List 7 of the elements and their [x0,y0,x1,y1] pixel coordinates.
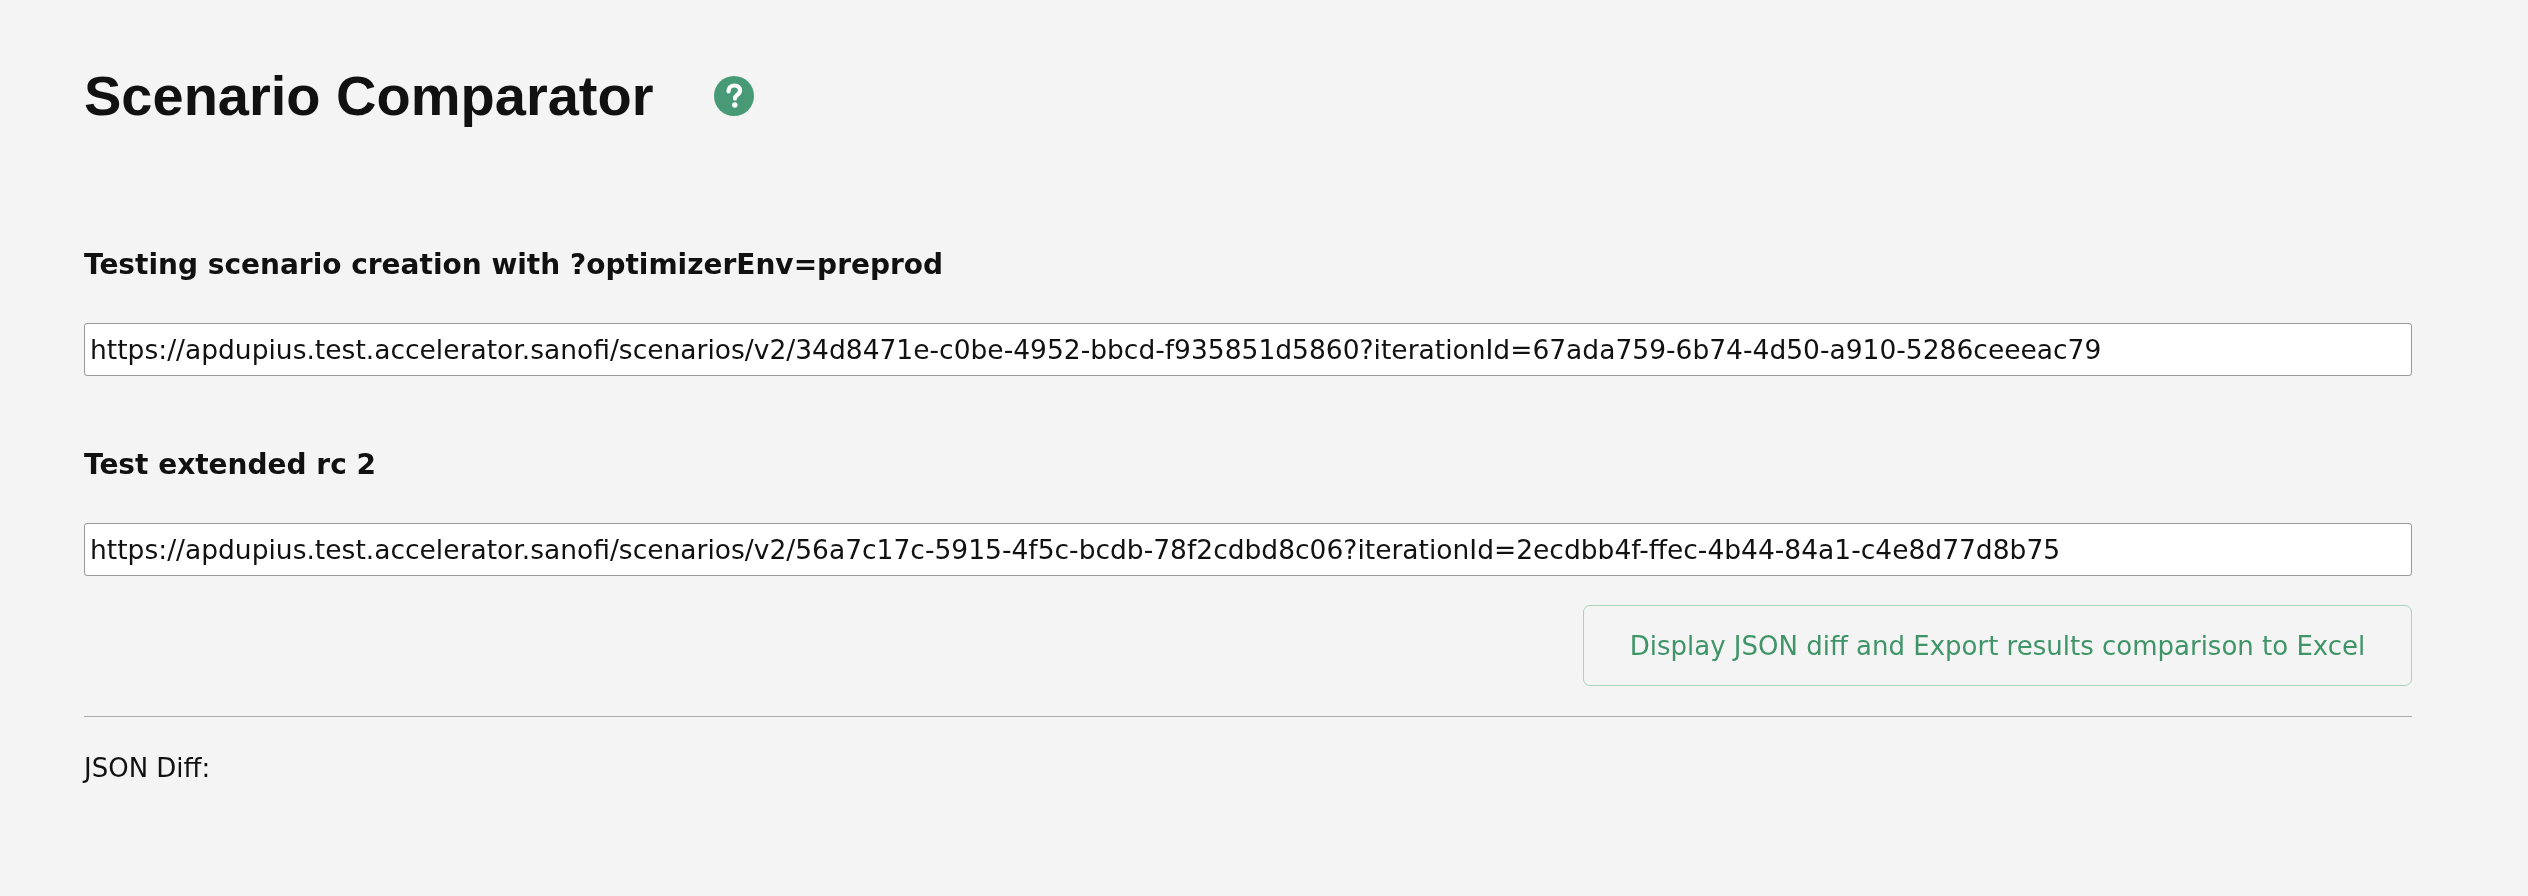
json-diff-label: JSON Diff: [84,752,211,784]
url-field[interactable]: https://apdupius.test.accelerator.sanofi/scenarios/v2/34d8471e-c0be-4952-bbcd-f935851d5860?iterationId=67ada759-6b74-4d50-a910-5286ceeeac79 [84,323,2412,376]
scenario-heading: Test extended rc 2 [84,447,376,483]
url-field[interactable]: https://apdupius.test.accelerator.sanofi/scenarios/v2/56a7c17c-5915-4f5c-bcdb-78f2cdbd8c06?iterationId=2ecdbb4f-ffec-4b44-84a1-c4e8d77d8b75 [84,523,2412,576]
help-icon[interactable] [713,76,754,116]
scenario-heading: Testing scenario creation with ?optimizerEnv=preprod [84,247,944,283]
page-title: Scenario Comparator [84,63,654,129]
